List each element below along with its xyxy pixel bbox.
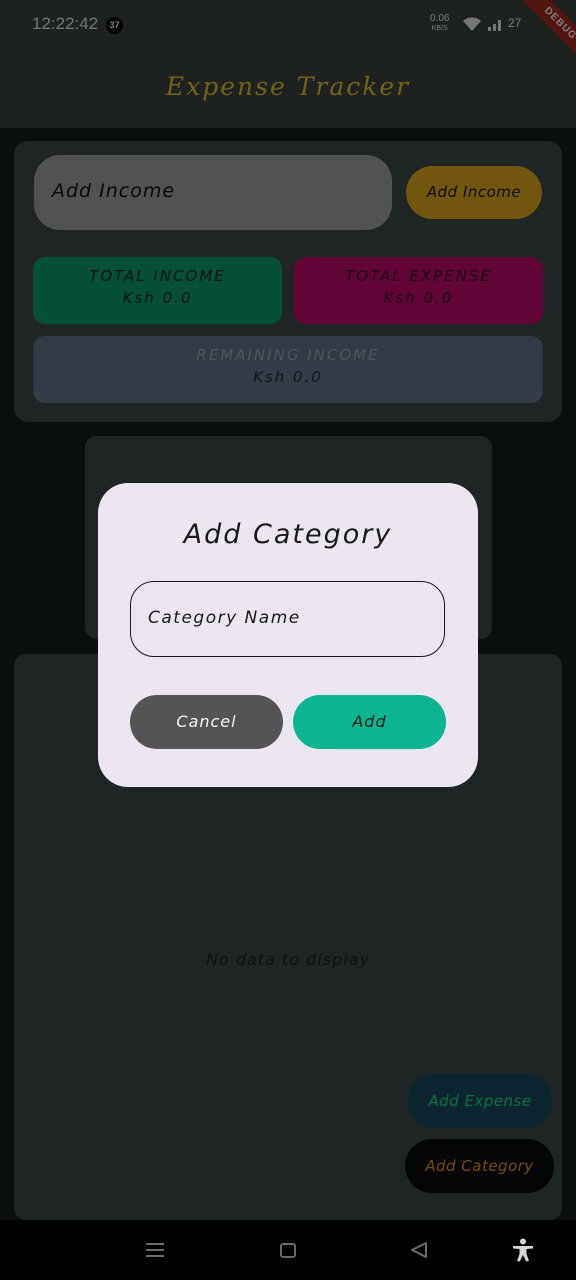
- add-button[interactable]: Add: [293, 695, 446, 749]
- dialog-title: Add Category: [183, 519, 393, 550]
- accessibility-icon[interactable]: [512, 1238, 534, 1262]
- cancel-button[interactable]: Cancel: [130, 695, 283, 749]
- back-icon[interactable]: [410, 1242, 428, 1258]
- menu-icon[interactable]: [146, 1242, 164, 1258]
- home-icon[interactable]: [280, 1243, 296, 1258]
- category-name-placeholder: Category Name: [148, 608, 301, 628]
